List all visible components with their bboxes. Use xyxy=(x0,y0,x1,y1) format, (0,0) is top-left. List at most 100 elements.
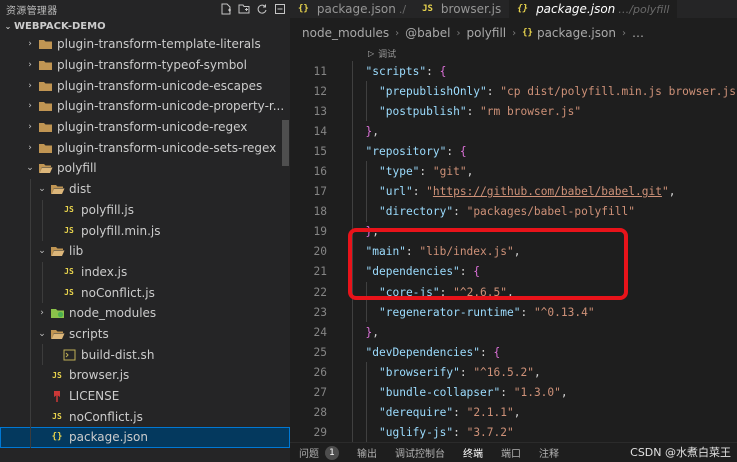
code-line[interactable]: 11 "scripts": { xyxy=(290,61,737,82)
js-file-icon: JS xyxy=(64,288,74,298)
tree-item-label: noConflict.js xyxy=(81,285,155,300)
tree-item[interactable]: JS browser.js xyxy=(0,365,290,386)
tree-item[interactable]: › plugin-transform-unicode-escapes xyxy=(0,75,290,96)
debug-codelens[interactable]: ▷ 调试 xyxy=(368,47,396,60)
problems-count-badge: 1 xyxy=(325,445,339,460)
editor-tab[interactable]: JS browser.js xyxy=(414,0,509,18)
tree-item[interactable]: JS index.js xyxy=(0,261,290,283)
refresh-icon[interactable] xyxy=(256,3,268,15)
code-line[interactable]: 18 "directory": "packages/babel-polyfill" xyxy=(290,201,737,222)
code-line[interactable]: 23 "regenerator-runtime": "^0.13.4" xyxy=(290,302,737,323)
tab-path-hint: …/polyfill xyxy=(618,2,670,16)
editor-tabs: {} package.json ./JS browser.js{} package.js… xyxy=(290,0,737,18)
breadcrumb-item[interactable]: polyfill xyxy=(466,26,506,40)
panel-tab[interactable]: 输出 xyxy=(348,445,386,460)
tree-item[interactable]: › plugin-transform-typeof-symbol xyxy=(0,55,290,76)
editor-tab[interactable]: {} package.json …/polyfill xyxy=(509,0,678,18)
code-line[interactable]: 24}, xyxy=(290,322,737,343)
tree-item[interactable]: {} package.json xyxy=(0,427,290,448)
code-line[interactable]: 13 "postpublish": "rm browser.js" xyxy=(290,101,737,122)
line-number: 21 xyxy=(313,265,327,279)
code-line[interactable]: 21 "dependencies": { xyxy=(290,261,737,283)
line-number: 22 xyxy=(313,285,327,299)
code-line[interactable]: 20 "main": "lib/index.js", xyxy=(290,241,737,262)
code-line[interactable]: 22 "core-js": "^2.6.5", xyxy=(290,282,737,303)
tree-item[interactable]: JS noConflict.js xyxy=(0,282,290,303)
tree-item[interactable]: ⌄ scripts xyxy=(0,323,290,345)
breadcrumb-item[interactable]: package.json xyxy=(537,26,616,40)
code-token: : xyxy=(453,406,467,420)
tree-item[interactable]: › plugin-transform-unicode-property-r... xyxy=(0,96,290,117)
tree-item[interactable]: JS noConflict.js xyxy=(0,406,290,428)
tree-item[interactable]: › plugin-transform-unicode-regex xyxy=(0,117,290,138)
tree-item[interactable]: ⌄ polyfill xyxy=(0,158,290,179)
chevron-right-icon: › xyxy=(28,39,32,50)
panel-tab[interactable]: 问题 1 xyxy=(290,445,348,460)
indent-guide xyxy=(352,101,353,122)
tree-item[interactable]: JS polyfill.min.js xyxy=(0,220,290,241)
code-text: "directory": "packages/babel-polyfill" xyxy=(379,205,635,218)
collapse-all-icon[interactable] xyxy=(274,3,286,15)
code-line[interactable]: 19}, xyxy=(290,221,737,242)
code-token: "prepublishOnly" xyxy=(379,84,487,98)
breadcrumb-item[interactable]: … xyxy=(632,26,644,40)
new-file-icon[interactable] xyxy=(220,3,232,15)
panel-tab[interactable]: 注释 xyxy=(530,445,568,460)
indent-guide xyxy=(352,302,353,323)
tree-item[interactable]: ⌄ lib xyxy=(0,240,290,262)
tree-item[interactable]: › plugin-transform-template-literals xyxy=(0,34,290,55)
code-text: "regenerator-runtime": "^0.13.4" xyxy=(379,306,595,319)
code-line[interactable]: 25 "devDependencies": { xyxy=(290,342,737,363)
indent-guide xyxy=(352,221,353,242)
chevron-right-icon: › xyxy=(28,60,32,71)
debug-codelens-label: 调试 xyxy=(378,50,397,60)
indent-guide xyxy=(42,220,43,241)
code-token: , xyxy=(372,225,379,239)
line-number: 26 xyxy=(313,365,327,379)
code-line[interactable]: 28 "derequire": "2.1.1", xyxy=(290,402,737,423)
code-view[interactable]: 11 "scripts": {12 "prepublishOnly": "cp di… xyxy=(290,61,737,462)
editor-tab[interactable]: {} package.json ./ xyxy=(290,0,414,18)
code-line[interactable]: 12 "prepublishOnly": "cp dist/polyfill.mi… xyxy=(290,81,737,102)
tree-item[interactable]: LICENSE xyxy=(0,385,290,407)
panel-tab[interactable]: 端口 xyxy=(492,445,530,460)
folder-icon xyxy=(36,58,54,72)
panel-tab[interactable]: 调试控制台 xyxy=(386,445,454,460)
code-text: "browserify": "^16.5.2", xyxy=(379,366,541,379)
tree-item[interactable]: JS polyfill.js xyxy=(0,199,290,221)
indent-guide xyxy=(30,406,31,428)
new-folder-icon[interactable] xyxy=(238,3,250,15)
code-token: : xyxy=(412,185,427,199)
code-line[interactable]: 15 "repository": { xyxy=(290,141,737,162)
code-token: , xyxy=(513,245,521,259)
tree-item[interactable]: build-dist.sh xyxy=(0,344,290,365)
code-line[interactable]: 17 "url": "https://github.com/babel/babel… xyxy=(290,181,737,202)
breadcrumb-item[interactable]: @babel xyxy=(405,26,450,40)
chevron-right-icon: › xyxy=(28,142,32,153)
panel-tab[interactable]: 终端 xyxy=(454,445,492,460)
code-line[interactable]: 29 "uglify-js": "3.7.2" xyxy=(290,422,737,443)
tree-item[interactable]: › node_modules xyxy=(0,302,290,324)
code-token: "directory" xyxy=(379,205,454,219)
code-line[interactable]: 27 "bundle-collapser": "1.3.0", xyxy=(290,382,737,403)
panel-tab-label: 问题 xyxy=(299,449,319,460)
indent-guide xyxy=(352,402,353,423)
code-line[interactable]: 16 "type": "git", xyxy=(290,161,737,182)
indent-guide xyxy=(352,181,353,202)
indent-guide xyxy=(365,201,367,222)
code-line[interactable]: 14}, xyxy=(290,121,737,142)
indent-guide xyxy=(352,161,353,182)
chevron-right-icon: › xyxy=(395,27,400,39)
code-token: , xyxy=(507,285,514,299)
breadcrumb-item[interactable]: node_modules xyxy=(302,26,389,40)
code-token: "postpublish" xyxy=(379,104,467,118)
code-line[interactable]: 26 "browserify": "^16.5.2", xyxy=(290,362,737,383)
indent-guide xyxy=(365,101,367,122)
tree-item[interactable]: ⌄ dist xyxy=(0,178,290,200)
tree-item[interactable]: › plugin-transform-unicode-sets-regex xyxy=(0,137,290,158)
tree-item-label: dist xyxy=(69,182,91,197)
project-root[interactable]: ⌄ WEBPACK-DEMO xyxy=(0,18,290,34)
sidebar-scrollbar[interactable] xyxy=(282,120,289,166)
shell-file-icon xyxy=(60,348,78,362)
code-token: : xyxy=(453,426,467,440)
